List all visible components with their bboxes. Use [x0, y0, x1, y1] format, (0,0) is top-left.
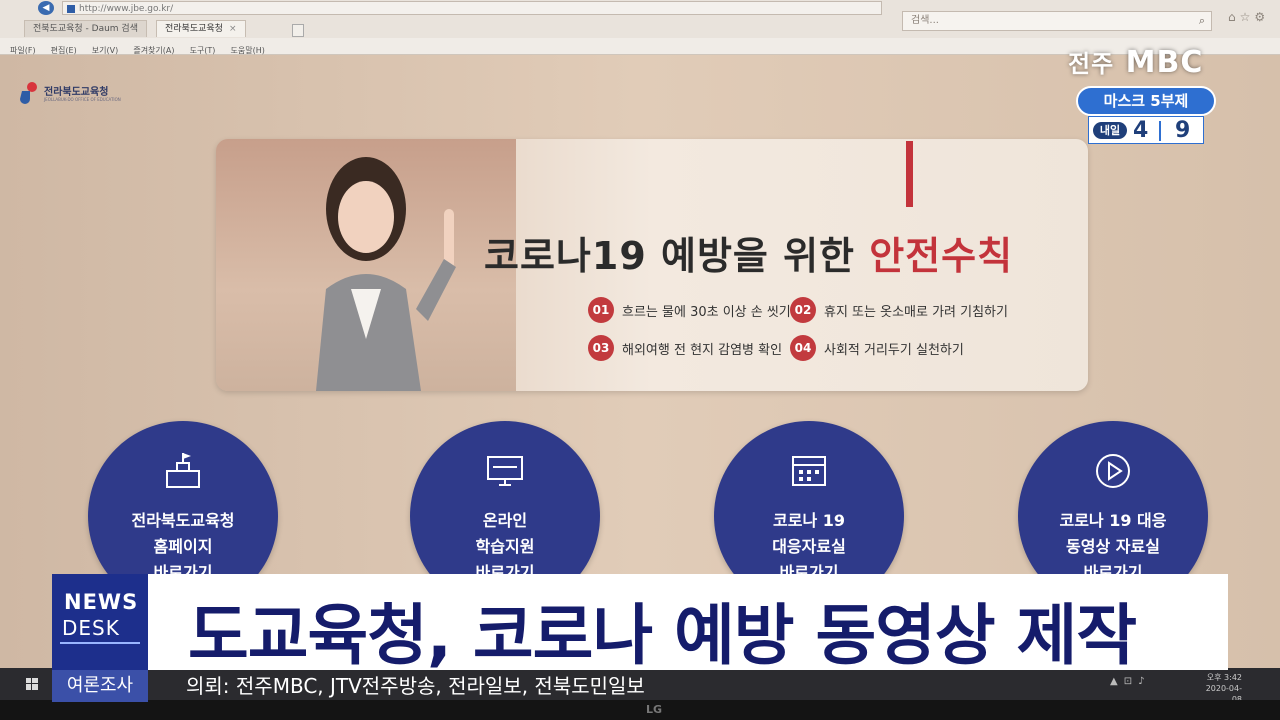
jbe-logo-icon: [20, 82, 37, 104]
banner-title: 코로나19 예방을 위한 안전수칙: [484, 234, 1014, 278]
mask-rotation-title: 마스크 5부제: [1076, 86, 1216, 116]
news-headline: 도교육청, 코로나 예방 동영상 제작: [148, 574, 1228, 674]
rule-item: 01 흐르는 물에 30초 이상 손 씻기: [588, 297, 791, 323]
search-icon[interactable]: ⌕: [1199, 12, 1205, 30]
address-bar[interactable]: http://www.jbe.go.kr/: [62, 1, 882, 15]
close-icon[interactable]: ×: [229, 24, 237, 34]
mask-number-1: 4: [1133, 118, 1149, 143]
safety-banner[interactable]: 코로나19 예방을 위한 안전수칙 01 흐르는 물에 30초 이상 손 씻기 …: [216, 139, 1088, 391]
address-url: http://www.jbe.go.kr/: [79, 4, 174, 14]
poll-tag: 여론조사: [52, 670, 148, 702]
monitor-brand-logo: LG: [646, 703, 663, 716]
monitor-bezel: LG: [0, 700, 1280, 720]
search-input[interactable]: 검색... ⌕: [902, 11, 1212, 31]
back-icon[interactable]: ◀: [38, 1, 54, 15]
mask-number-2: 9: [1175, 118, 1191, 143]
rule-item: 03 해외여행 전 현지 감염병 확인: [588, 335, 782, 361]
tab-jbe[interactable]: 전라북도교육청 ×: [156, 20, 246, 37]
play-circle-icon: [1096, 454, 1130, 488]
monitor-icon: [487, 456, 523, 486]
mask-divider: [1159, 121, 1161, 141]
newsdesk-logo: NEWS DESK: [52, 574, 148, 670]
poll-source: 의뢰: 전주MBC, JTV전주방송, 전라일보, 전북도민일보: [186, 674, 645, 698]
browser-tool-icons[interactable]: ⌂☆⚙: [1228, 10, 1269, 24]
site-favicon-icon: [67, 5, 75, 13]
new-tab-button[interactable]: [292, 24, 304, 37]
presenter-image: [316, 157, 456, 391]
browser-tabbar: ◀ http://www.jbe.go.kr/ 전북도교육청 - Daum 검색…: [0, 0, 1280, 39]
accent-bar: [906, 141, 913, 207]
windows-start-icon[interactable]: [26, 678, 38, 690]
rule-item: 02 휴지 또는 옷소매로 가려 기침하기: [790, 297, 1008, 323]
logo-underline: [60, 642, 140, 644]
calendar-icon: [792, 456, 826, 486]
tab-daum-search[interactable]: 전북도교육청 - Daum 검색: [24, 20, 147, 37]
clock[interactable]: 오후 3:42 2020-04-08: [1196, 672, 1242, 700]
logo-text: 전라북도교육청: [44, 87, 109, 98]
mask-tomorrow-badge: 내일: [1093, 122, 1127, 139]
logo-subtext: JEOLLABUK-DO OFFICE OF EDUCATION: [44, 97, 121, 102]
station-logo: 전주 MBC: [1068, 45, 1204, 80]
building-flag-icon: [166, 453, 200, 488]
mask-rotation-numbers: 내일 4 9: [1088, 116, 1204, 144]
banner-title-highlight: 안전수칙: [869, 234, 1014, 278]
rule-item: 04 사회적 거리두기 실천하기: [790, 335, 964, 361]
